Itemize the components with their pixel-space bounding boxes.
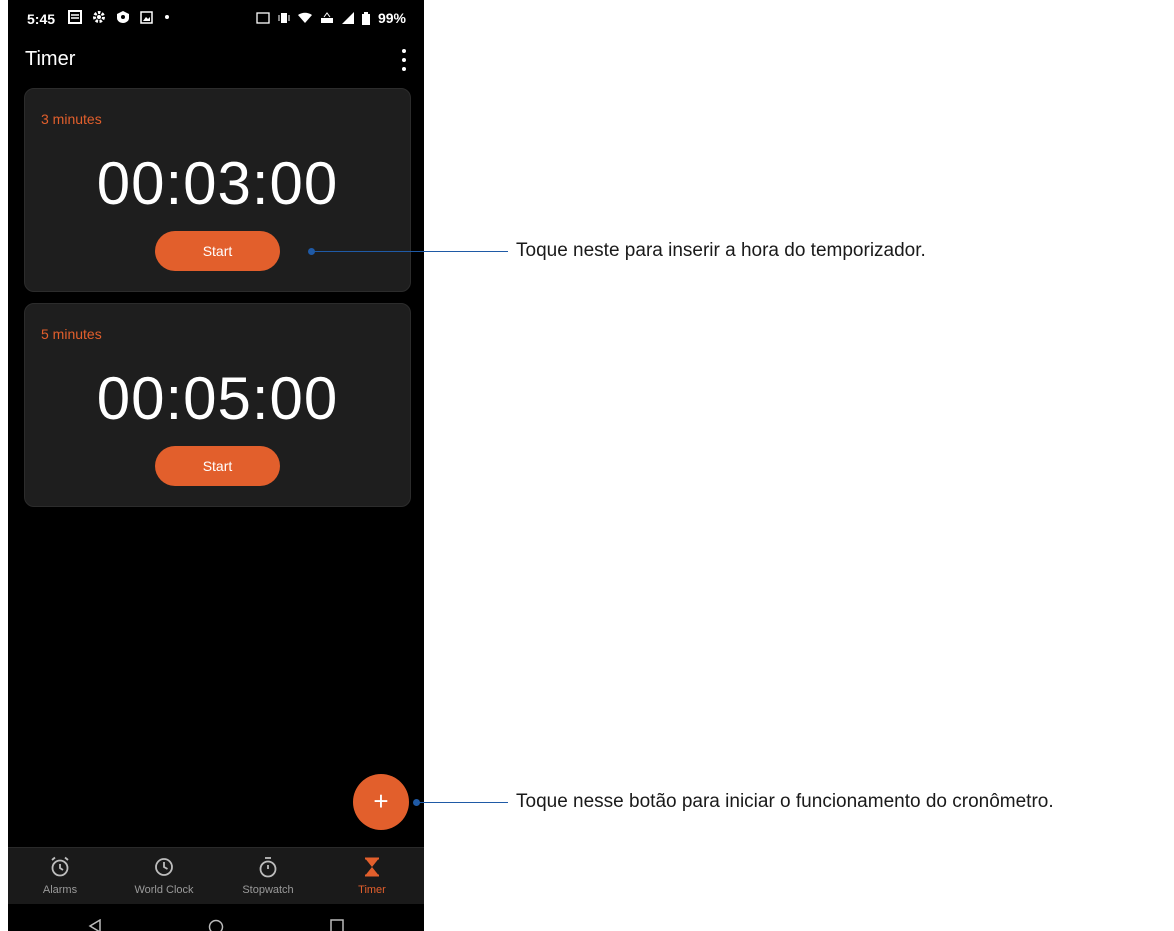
battery-icon (361, 11, 370, 25)
bottom-navigation: Alarms World Clock Stopwatch Timer (8, 847, 424, 904)
timer-label: 3 minutes (41, 111, 102, 127)
vibrate-icon (278, 13, 290, 23)
data-icon (320, 12, 333, 23)
nav-label: Timer (358, 884, 386, 896)
dot-icon (165, 15, 169, 19)
phone-screen: 5:45 99% Timer 3 minutes 00:03:00 Start … (8, 0, 424, 931)
signal-icon (341, 12, 354, 24)
timer-duration[interactable]: 00:05:00 (25, 364, 410, 433)
page-title: Timer (25, 48, 76, 70)
nav-item-stopwatch[interactable]: Stopwatch (216, 848, 320, 904)
stopwatch-icon (259, 857, 277, 878)
alarm-icon (51, 856, 69, 877)
image-icon (140, 10, 153, 24)
nav-label: World Clock (134, 884, 194, 896)
callout-line (312, 251, 508, 252)
status-icons-left (68, 10, 171, 24)
back-icon[interactable] (88, 919, 102, 931)
more-options-icon[interactable] (398, 49, 410, 71)
status-icons-right: 99% (256, 10, 406, 26)
wifi-icon (297, 12, 312, 23)
recents-icon[interactable] (330, 919, 344, 931)
start-button[interactable]: Start (155, 231, 280, 271)
timer-label: 5 minutes (41, 326, 102, 342)
status-time: 5:45 (27, 11, 56, 27)
add-timer-button[interactable]: + (353, 774, 409, 830)
hd-icon (256, 12, 270, 24)
notes-icon (68, 10, 82, 24)
nav-label: Stopwatch (242, 884, 294, 896)
nav-item-timer[interactable]: Timer (320, 848, 424, 904)
battery-level: 99% (377, 10, 406, 26)
start-button[interactable]: Start (155, 446, 280, 486)
timer-card[interactable]: 3 minutes 00:03:00 Start (24, 88, 411, 292)
hourglass-icon (365, 857, 379, 877)
nav-item-world-clock[interactable]: World Clock (112, 848, 216, 904)
timer-duration[interactable]: 00:03:00 (25, 149, 410, 218)
shield-icon (117, 11, 129, 23)
system-navigation-bar (8, 904, 424, 931)
timer-card[interactable]: 5 minutes 00:05:00 Start (24, 303, 411, 507)
nav-label: Alarms (42, 884, 78, 896)
gear-icon (93, 11, 105, 23)
home-icon[interactable] (208, 919, 224, 931)
status-bar: 5:45 99% (8, 0, 424, 36)
clock-icon (155, 858, 173, 876)
callout-line (417, 802, 508, 803)
nav-item-alarms[interactable]: Alarms (8, 848, 112, 904)
callout-text: Toque neste para inserir a hora do tempo… (516, 240, 926, 261)
callout-text: Toque nesse botão para iniciar o funcion… (516, 791, 1054, 812)
